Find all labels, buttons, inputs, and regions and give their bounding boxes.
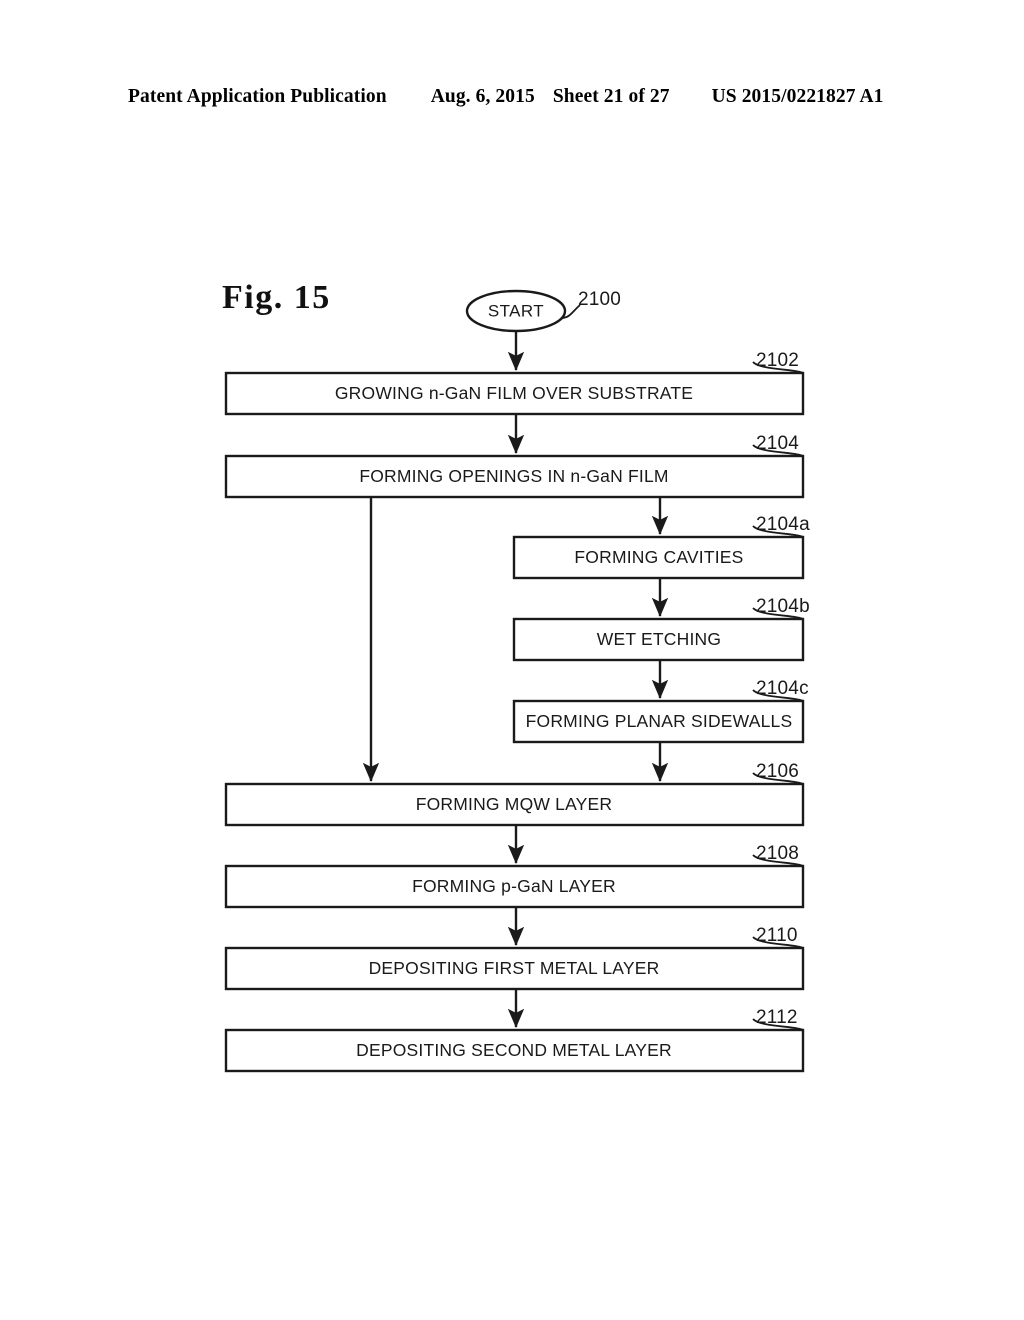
node-2104b: WET ETCHING 2104b	[512, 596, 810, 662]
ref-label-2110: 2110	[756, 925, 798, 946]
node-2110: DEPOSITING FIRST METAL LAYER 2110	[224, 925, 805, 991]
node-start: START 2100	[465, 289, 621, 333]
node-2104: FORMING OPENINGS IN n-GaN FILM 2104	[224, 433, 805, 499]
process-label-2110: DEPOSITING FIRST METAL LAYER	[369, 958, 660, 978]
ref-label-2112: 2112	[756, 1007, 798, 1028]
node-2112: DEPOSITING SECOND METAL LAYER 2112	[224, 1007, 805, 1073]
flow-connectors	[362, 331, 669, 1028]
ref-label-2100: 2100	[578, 289, 621, 310]
node-2104c: FORMING PLANAR SIDEWALLS 2104c	[512, 678, 809, 744]
process-label-2106: FORMING MQW LAYER	[416, 794, 613, 814]
process-label-2104c: FORMING PLANAR SIDEWALLS	[526, 711, 793, 731]
ref-label-2104a: 2104a	[756, 514, 810, 535]
ref-label-2108: 2108	[756, 843, 799, 864]
node-2108: FORMING p-GaN LAYER 2108	[224, 843, 805, 909]
ref-label-2104: 2104	[756, 433, 799, 454]
process-label-2104: FORMING OPENINGS IN n-GaN FILM	[359, 466, 668, 486]
process-label-2104a: FORMING CAVITIES	[574, 547, 743, 567]
flowchart-diagram: START 2100 GROWING n-GaN FILM OVER SUBST…	[224, 289, 810, 1073]
ref-label-2104b: 2104b	[756, 596, 810, 617]
process-label-2108: FORMING p-GaN LAYER	[412, 876, 616, 896]
patent-figure-page: Patent Application Publication Aug. 6, 2…	[0, 0, 1024, 1320]
node-2102: GROWING n-GaN FILM OVER SUBSTRATE 2102	[224, 350, 805, 416]
process-label-2104b: WET ETCHING	[597, 629, 721, 649]
ref-label-2106: 2106	[756, 761, 799, 782]
start-terminator-label: START	[488, 301, 544, 320]
process-label-2102: GROWING n-GaN FILM OVER SUBSTRATE	[335, 383, 693, 403]
process-label-2112: DEPOSITING SECOND METAL LAYER	[356, 1040, 672, 1060]
ref-label-2102: 2102	[756, 350, 799, 371]
node-2104a: FORMING CAVITIES 2104a	[512, 514, 810, 580]
ref-label-2104c: 2104c	[756, 678, 809, 699]
node-2106: FORMING MQW LAYER 2106	[224, 761, 805, 827]
